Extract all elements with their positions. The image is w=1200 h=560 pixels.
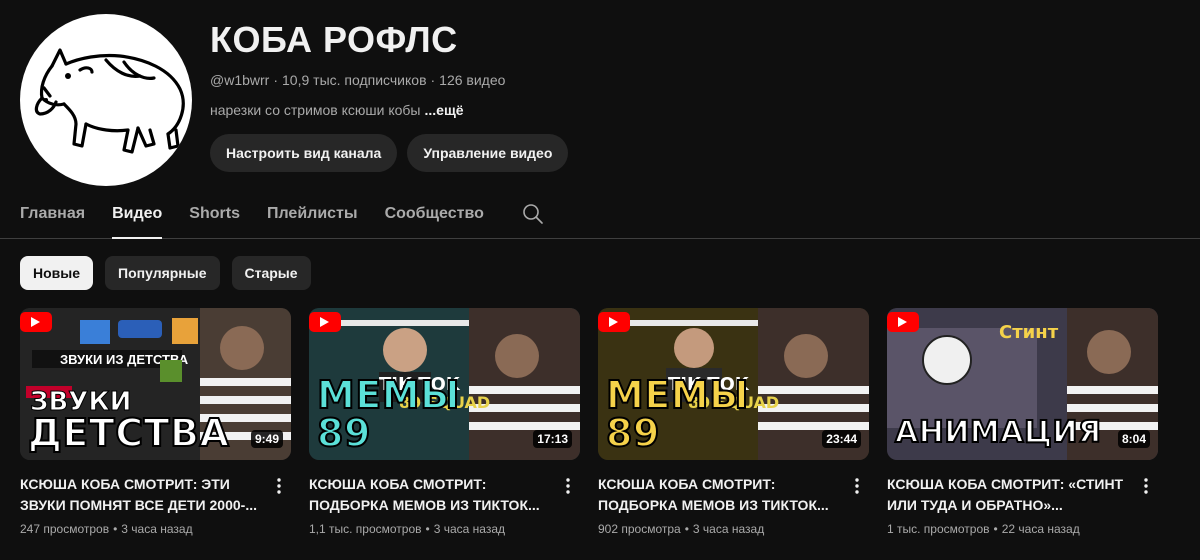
video-duration: 23:44 — [822, 430, 861, 448]
tab-playlists[interactable]: Плейлисты — [267, 190, 358, 238]
video-thumbnail[interactable]: ЗВУКИ ИЗ ДЕТСТВА ЗВУКИ ДЕТСТВА 9:49 — [20, 308, 291, 460]
video-details: КСЮША КОБА СМОТРИТ: «СТИНТ ИЛИ ТУДА И ОБ… — [887, 474, 1158, 536]
video-card[interactable]: TIK TOK 89 SQUAD МЕМЫ 89 17:13 КСЮША КОБ… — [309, 308, 580, 536]
video-duration: 9:49 — [250, 430, 283, 448]
thumbnail-caption: МЕМЫ 89 — [605, 373, 749, 455]
view-count: 902 просмотра — [598, 522, 681, 536]
youtube-play-icon — [598, 312, 626, 332]
tab-videos[interactable]: Видео — [112, 190, 163, 239]
meta-dot: • — [113, 522, 118, 536]
channel-title: КОБА РОФЛС — [210, 19, 458, 60]
video-title[interactable]: КСЮША КОБА СМОТРИТ: ПОДБОРКА МЕМОВ ИЗ ТИ… — [309, 474, 556, 516]
video-thumbnail[interactable]: Стинт АНИМАЦИЯ 8:04 — [887, 308, 1158, 460]
tab-home[interactable]: Главная — [20, 190, 85, 238]
video-grid: ЗВУКИ ИЗ ДЕТСТВА ЗВУКИ ДЕТСТВА 9:49 КСЮШ… — [20, 308, 1158, 536]
channel-handle: @w1bwrr — [210, 72, 270, 88]
video-details: КСЮША КОБА СМОТРИТ: ПОДБОРКА МЕМОВ ИЗ ТИ… — [598, 474, 869, 536]
kebab-menu-icon — [566, 478, 570, 494]
chip-oldest[interactable]: Старые — [231, 256, 311, 290]
video-title[interactable]: КСЮША КОБА СМОТРИТ: ПОДБОРКА МЕМОВ ИЗ ТИ… — [598, 474, 845, 516]
customize-channel-button[interactable]: Настроить вид канала — [210, 134, 398, 172]
upload-age: 3 часа назад — [692, 522, 765, 536]
video-menu-button[interactable] — [560, 474, 576, 498]
meta-separator: · — [273, 72, 279, 88]
description-text: нарезки со стримов ксюши кобы — [210, 102, 421, 118]
video-menu-button[interactable] — [271, 474, 287, 498]
video-card[interactable]: Стинт АНИМАЦИЯ 8:04 КСЮША КОБА СМОТРИТ: … — [887, 308, 1158, 536]
video-title[interactable]: КСЮША КОБА СМОТРИТ: «СТИНТ ИЛИ ТУДА И ОБ… — [887, 474, 1134, 516]
channel-page: КОБА РОФЛС @w1bwrr · 10,9 тыс. подписчик… — [0, 0, 1200, 560]
meta-dot: • — [425, 522, 430, 536]
channel-info: КОБА РОФЛС @w1bwrr · 10,9 тыс. подписчик… — [210, 19, 569, 172]
meta-dot: • — [684, 522, 689, 536]
thumbnail-caption: ДЕТСТВА — [27, 411, 230, 455]
channel-tabs: Главная Видео Shorts Плейлисты Сообществ… — [0, 190, 1200, 239]
channel-meta: @w1bwrr · 10,9 тыс. подписчиков · 126 ви… — [210, 72, 568, 88]
chip-newest[interactable]: Новые — [20, 256, 94, 290]
video-details: КСЮША КОБА СМОТРИТ: ЭТИ ЗВУКИ ПОМНЯТ ВСЕ… — [20, 474, 291, 536]
sort-chips: Новые Популярные Старые — [20, 256, 311, 290]
youtube-play-icon — [309, 312, 337, 332]
kebab-menu-icon — [855, 478, 859, 494]
video-meta: 1,1 тыс. просмотров • 3 часа назад — [309, 522, 556, 536]
channel-description[interactable]: нарезки со стримов ксюши кобы ...ещё — [210, 102, 568, 118]
manage-videos-button[interactable]: Управление видео — [407, 134, 569, 172]
thumbnail-caption: АНИМАЦИЯ — [894, 414, 1102, 451]
video-thumbnail[interactable]: TIK TOK 89 SQUAD МЕМЫ 89 23:44 — [598, 308, 869, 460]
youtube-play-icon — [20, 312, 48, 332]
meta-dot: • — [993, 522, 998, 536]
subscriber-count: 10,9 тыс. подписчиков — [282, 72, 427, 88]
kebab-menu-icon — [1144, 478, 1148, 494]
youtube-play-icon — [887, 312, 915, 332]
video-thumbnail[interactable]: TIK TOK 89 SQUAD МЕМЫ 89 17:13 — [309, 308, 580, 460]
channel-actions: Настроить вид канала Управление видео — [210, 134, 569, 172]
tab-shorts[interactable]: Shorts — [189, 190, 240, 238]
view-count: 1,1 тыс. просмотров — [309, 522, 422, 536]
video-count: 126 видео — [439, 72, 506, 88]
boar-icon — [34, 48, 185, 154]
channel-avatar[interactable] — [20, 14, 192, 186]
video-duration: 17:13 — [533, 430, 572, 448]
tab-community[interactable]: Сообщество — [385, 190, 484, 238]
chip-popular[interactable]: Популярные — [105, 256, 220, 290]
view-count: 1 тыс. просмотров — [887, 522, 990, 536]
video-meta: 247 просмотров • 3 часа назад — [20, 522, 267, 536]
video-duration: 8:04 — [1117, 430, 1150, 448]
video-card[interactable]: TIK TOK 89 SQUAD МЕМЫ 89 23:44 КСЮША КОБ… — [598, 308, 869, 536]
upload-age: 3 часа назад — [121, 522, 193, 536]
meta-separator: · — [430, 72, 436, 88]
video-menu-button[interactable] — [849, 474, 865, 498]
upload-age: 3 часа назад — [433, 522, 506, 536]
svg-text:Стинт: Стинт — [999, 322, 1059, 343]
video-details: КСЮША КОБА СМОТРИТ: ПОДБОРКА МЕМОВ ИЗ ТИ… — [309, 474, 580, 536]
video-meta: 1 тыс. просмотров • 22 часа назад — [887, 522, 1134, 536]
video-title[interactable]: КСЮША КОБА СМОТРИТ: ЭТИ ЗВУКИ ПОМНЯТ ВСЕ… — [20, 474, 267, 516]
tab-search-button[interactable] — [521, 190, 545, 238]
view-count: 247 просмотров — [20, 522, 110, 536]
search-icon — [523, 204, 543, 224]
kebab-menu-icon — [277, 478, 281, 494]
video-card[interactable]: ЗВУКИ ИЗ ДЕТСТВА ЗВУКИ ДЕТСТВА 9:49 КСЮШ… — [20, 308, 291, 536]
video-menu-button[interactable] — [1138, 474, 1154, 498]
video-meta: 902 просмотра • 3 часа назад — [598, 522, 845, 536]
upload-age: 22 часа назад — [1001, 522, 1080, 536]
thumbnail-caption: МЕМЫ 89 — [316, 373, 460, 455]
description-more-link[interactable]: ...ещё — [425, 102, 464, 118]
